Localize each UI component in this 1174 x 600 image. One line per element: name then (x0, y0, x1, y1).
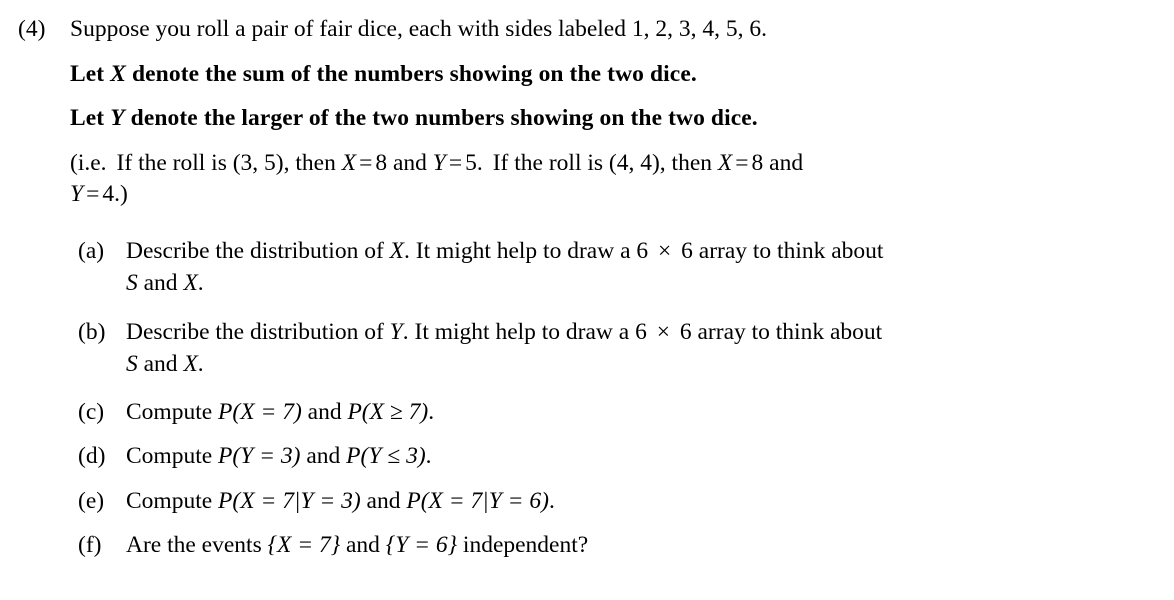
example-seg-3: If the roll is (4, 4), then (492, 149, 718, 176)
subitem-d-body: Compute P(Y = 3) and P(Y ≤ 3). (126, 443, 1148, 469)
subitem-b-text-3: 6 array to think about (673, 318, 883, 345)
times-icon: × (656, 318, 670, 345)
subitem-a-continuation: S and X. (126, 270, 1148, 296)
subitem-d-lead: Compute (126, 443, 219, 469)
subitem-f-body: Are the events {X = 7} and {Y = 6} indep… (126, 532, 1148, 558)
example-eq-4: = (86, 181, 100, 207)
subitem-c: (c) Compute P(X = 7) and P(X ≥ 7). (78, 398, 1148, 425)
problem-block: (4) Suppose you roll a pair of fair dice… (14, 16, 1148, 207)
definition-x-post: denote the sum of the numbers showing on… (126, 60, 697, 87)
subitem-e-expr-2: P(X = 7|Y = 6) (406, 487, 549, 514)
subitem-a-var-x2: X (183, 270, 198, 296)
subitem-b-continuation: S and X. (126, 351, 1148, 377)
example-block: (i.e. If the roll is (3, 5), then X = 8 and… (70, 149, 1148, 207)
subitem-c-lead: Compute (126, 398, 219, 425)
definition-y-post: denote the larger of the two numbers sho… (124, 105, 758, 131)
subitem-c-body: Compute P(X = 7) and P(X ≥ 7). (126, 398, 1148, 425)
times-icon: × (658, 237, 672, 264)
subitem-a-var: X (389, 237, 405, 264)
subitem-d-expr-1: P(Y = 3) (218, 443, 301, 469)
subitem-b-label: (b) (78, 318, 106, 345)
example-eq-3: = (735, 149, 749, 176)
subitem-a-text-1: Describe the distribution of (126, 237, 390, 264)
definition-x-pre: Let (70, 60, 111, 87)
subitem-f-label: (f) (78, 532, 102, 558)
variable-y: Y (110, 105, 125, 131)
example-open-paren: (i.e. (70, 149, 107, 176)
subitem-f-tail: independent? (457, 532, 589, 558)
subitem-list: (a) Describe the distribution of X. It m… (14, 237, 1148, 558)
subitem-e-tail: . (548, 487, 555, 514)
subitem-c-expr-1: P(X = 7) (218, 398, 302, 425)
subitem-b-text-1: Describe the distribution of (126, 318, 390, 345)
subitem-a-cont-text-1: and (137, 270, 184, 296)
subitem-f-lead: Are the events (126, 532, 268, 558)
subitem-b: (b) Describe the distribution of Y. It m… (78, 318, 1148, 377)
definition-line-x: Let X denote the sum of the numbers show… (70, 60, 1148, 87)
subitem-d-tail: . (425, 443, 432, 469)
subitem-e-joiner: and (360, 487, 407, 514)
problem-body: Suppose you roll a pair of fair dice, ea… (70, 16, 1148, 207)
example-var-x1: X (341, 149, 357, 176)
example-line-1: (i.e. If the roll is (3, 5), then X = 8 and… (70, 149, 1148, 176)
example-eq-1: = (359, 149, 373, 176)
example-val-1: 8 (375, 149, 388, 176)
subitem-d-joiner: and (300, 443, 347, 469)
example-var-y1: Y (432, 149, 446, 176)
subitem-e: (e) Compute P(X = 7|Y = 3) and P(X = 7|Y… (78, 487, 1148, 514)
document-page: (4) Suppose you roll a pair of fair dice… (0, 0, 1174, 600)
subitem-b-var: Y (389, 318, 403, 345)
subitem-e-label: (e) (78, 487, 105, 514)
subitem-e-expr-1: P(X = 7|Y = 3) (218, 487, 361, 514)
subitem-f: (f) Are the events {X = 7} and {Y = 6} i… (78, 532, 1148, 558)
subitem-d-label: (d) (78, 443, 106, 469)
example-seg-2: and (387, 149, 433, 176)
subitem-b-var-x2: X (183, 351, 198, 377)
subitem-c-label: (c) (78, 398, 105, 425)
subitem-a-label: (a) (78, 237, 105, 264)
subitem-a-body: Describe the distribution of X. It might… (126, 237, 1148, 296)
subitem-d: (d) Compute P(Y = 3) and P(Y ≤ 3). (78, 443, 1148, 469)
subitem-a-var-s: S (126, 270, 138, 296)
subitem-b-var-s: S (126, 351, 138, 377)
subitem-f-joiner: and (340, 532, 386, 558)
subitem-b-cont-text-1: and (137, 351, 184, 377)
subitem-b-cont-text-2: . (197, 351, 204, 377)
definition-line-y: Let Y denote the larger of the two numbe… (70, 105, 1148, 131)
subitem-c-expr-2: P(X ≥ 7) (347, 398, 429, 425)
example-val-4: 4.) (102, 181, 128, 207)
definition-y-pre: Let (70, 105, 111, 131)
subitem-b-text-2: . It might help to draw a 6 (402, 318, 653, 345)
subitem-f-expr-1: {X = 7} (267, 532, 341, 558)
example-seg-1: If the roll is (3, 5), then (116, 149, 342, 176)
subitem-b-body: Describe the distribution of Y. It might… (126, 318, 1148, 377)
subitem-a-text-3: 6 array to think about (675, 237, 884, 264)
problem-number: (4) (18, 16, 46, 42)
subitem-a-cont-text-2: . (197, 270, 204, 296)
example-seg-4: and (763, 149, 804, 176)
example-val-2: 5. (465, 149, 483, 176)
example-var-y2: Y (70, 181, 84, 207)
variable-x: X (110, 60, 126, 87)
subitem-c-joiner: and (301, 398, 348, 425)
subitem-c-tail: . (428, 398, 435, 425)
example-var-x2: X (717, 149, 733, 176)
subitem-e-lead: Compute (126, 487, 219, 514)
example-val-3: 8 (751, 149, 764, 176)
subitem-d-expr-2: P(Y ≤ 3) (346, 443, 426, 469)
subitem-e-body: Compute P(X = 7|Y = 3) and P(X = 7|Y = 6… (126, 487, 1148, 514)
subitem-a: (a) Describe the distribution of X. It m… (78, 237, 1148, 296)
subitem-a-text-2: . It might help to draw a 6 (404, 237, 654, 264)
subitem-f-expr-2: {Y = 6} (385, 532, 458, 558)
example-line-2: Y = 4.) (70, 181, 1148, 207)
problem-stem: Suppose you roll a pair of fair dice, ea… (70, 16, 767, 42)
example-eq-2: = (448, 149, 463, 176)
